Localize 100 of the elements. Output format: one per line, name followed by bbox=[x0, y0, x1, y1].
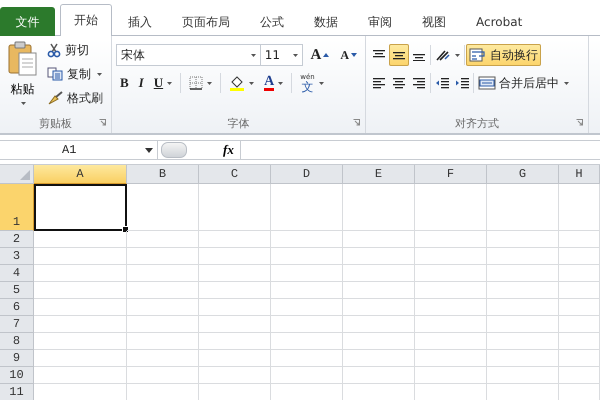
grid-cell[interactable] bbox=[199, 350, 271, 367]
grid-cell[interactable] bbox=[415, 350, 487, 367]
grid-cell[interactable] bbox=[199, 316, 271, 333]
grid-cell[interactable] bbox=[559, 248, 600, 265]
font-name-dropdown[interactable]: 宋体 bbox=[116, 44, 261, 66]
grid-cell[interactable] bbox=[343, 184, 415, 231]
grid-cell[interactable] bbox=[127, 333, 199, 350]
wrap-text-button[interactable]: 自动换行 bbox=[466, 44, 541, 66]
merge-center-button[interactable]: 合并后居中 bbox=[475, 72, 572, 94]
ribbon-tab[interactable]: Acrobat bbox=[462, 7, 536, 36]
column-header[interactable]: C bbox=[199, 165, 271, 184]
grid-cell[interactable] bbox=[271, 367, 343, 384]
grid-cell[interactable] bbox=[199, 282, 271, 299]
row-header[interactable]: 10 bbox=[0, 367, 34, 384]
grid-cell[interactable] bbox=[559, 265, 600, 282]
row-header[interactable]: 2 bbox=[0, 231, 34, 248]
grid-cell[interactable] bbox=[271, 316, 343, 333]
grid-cell[interactable] bbox=[343, 231, 415, 248]
row-header[interactable]: 9 bbox=[0, 350, 34, 367]
grid-cell[interactable] bbox=[415, 231, 487, 248]
copy-button[interactable]: 复制 bbox=[43, 63, 107, 85]
grid-cell[interactable] bbox=[34, 316, 127, 333]
row-header[interactable]: 6 bbox=[0, 299, 34, 316]
grid-cell[interactable] bbox=[415, 248, 487, 265]
row-header[interactable]: 5 bbox=[0, 282, 34, 299]
grid-cell[interactable] bbox=[487, 299, 559, 316]
column-header[interactable]: E bbox=[343, 165, 415, 184]
toolbar-button[interactable] bbox=[389, 44, 409, 66]
grid-cell[interactable] bbox=[343, 282, 415, 299]
column-header[interactable]: B bbox=[127, 165, 199, 184]
insert-function-button[interactable]: fx bbox=[217, 141, 241, 159]
grid-cell[interactable] bbox=[127, 184, 199, 231]
column-header[interactable]: H bbox=[559, 165, 600, 184]
grid-cell[interactable] bbox=[271, 231, 343, 248]
cut-button[interactable]: 剪切 bbox=[43, 39, 107, 61]
grid-cell[interactable] bbox=[559, 333, 600, 350]
row-header[interactable]: 1 bbox=[0, 184, 34, 231]
row-header[interactable]: 8 bbox=[0, 333, 34, 350]
font-size-dropdown[interactable]: 11 bbox=[260, 44, 304, 66]
grid-cell[interactable] bbox=[34, 248, 127, 265]
grid-cell[interactable] bbox=[199, 231, 271, 248]
ribbon-tab[interactable]: 视图 bbox=[408, 7, 460, 36]
column-header[interactable]: A bbox=[34, 165, 127, 184]
grid-cell[interactable] bbox=[343, 299, 415, 316]
row-header[interactable]: 3 bbox=[0, 248, 34, 265]
column-header[interactable]: D bbox=[271, 165, 343, 184]
grid-cell[interactable] bbox=[271, 299, 343, 316]
shrink-font-button[interactable]: A bbox=[336, 44, 361, 66]
grid-cell[interactable] bbox=[343, 333, 415, 350]
grid-cell[interactable] bbox=[127, 350, 199, 367]
grid-cell[interactable] bbox=[559, 367, 600, 384]
row-header[interactable]: 4 bbox=[0, 265, 34, 282]
grid-cell[interactable] bbox=[487, 265, 559, 282]
grid-cell[interactable] bbox=[343, 367, 415, 384]
ribbon-tab[interactable]: 数据 bbox=[300, 7, 352, 36]
grid-cell[interactable] bbox=[127, 316, 199, 333]
grid-cell[interactable] bbox=[199, 248, 271, 265]
grid-cell[interactable] bbox=[487, 367, 559, 384]
active-cell[interactable] bbox=[34, 184, 127, 231]
grid-cell[interactable] bbox=[343, 316, 415, 333]
grid-cell[interactable] bbox=[487, 333, 559, 350]
grid-cell[interactable] bbox=[271, 350, 343, 367]
column-header[interactable]: F bbox=[415, 165, 487, 184]
grid-cell[interactable] bbox=[271, 248, 343, 265]
font-color-button[interactable]: A bbox=[260, 72, 288, 94]
grid-cell[interactable] bbox=[343, 248, 415, 265]
grow-font-button[interactable]: A bbox=[306, 44, 334, 66]
grid-cell[interactable] bbox=[559, 350, 600, 367]
grid-cell[interactable] bbox=[343, 350, 415, 367]
grid-cell[interactable] bbox=[487, 248, 559, 265]
ribbon-tab[interactable]: 开始 bbox=[60, 4, 112, 36]
format-painter-button[interactable]: 格式刷 bbox=[43, 87, 107, 109]
ribbon-tab[interactable]: 插入 bbox=[114, 7, 166, 36]
column-header[interactable]: G bbox=[487, 165, 559, 184]
dialog-launcher-icon[interactable] bbox=[353, 119, 360, 126]
grid-cell[interactable] bbox=[415, 333, 487, 350]
ribbon-tab[interactable]: 审阅 bbox=[354, 7, 406, 36]
grid-cell[interactable] bbox=[34, 299, 127, 316]
grid-cell[interactable] bbox=[487, 316, 559, 333]
grid-cell[interactable] bbox=[34, 333, 127, 350]
fill-handle[interactable] bbox=[122, 226, 129, 233]
bold-button[interactable]: B bbox=[116, 72, 133, 94]
resize-handle-icon[interactable] bbox=[161, 142, 187, 158]
underline-button[interactable]: U bbox=[150, 72, 176, 94]
grid-cell[interactable] bbox=[487, 350, 559, 367]
paste-button[interactable]: 粘贴 bbox=[4, 39, 41, 113]
grid-cell[interactable] bbox=[199, 184, 271, 231]
grid-cell[interactable] bbox=[127, 367, 199, 384]
grid-cell[interactable] bbox=[415, 265, 487, 282]
ribbon-tab[interactable]: 公式 bbox=[246, 7, 298, 36]
grid-cell[interactable] bbox=[487, 184, 559, 231]
grid-cell[interactable] bbox=[127, 248, 199, 265]
row-header[interactable]: 11 bbox=[0, 384, 34, 400]
grid-cell[interactable] bbox=[271, 333, 343, 350]
grid-cell[interactable] bbox=[559, 231, 600, 248]
grid-cell[interactable] bbox=[34, 350, 127, 367]
grid-cell[interactable] bbox=[199, 333, 271, 350]
file-tab[interactable]: 文件 bbox=[0, 7, 55, 36]
grid-cell[interactable] bbox=[34, 367, 127, 384]
grid-cell[interactable] bbox=[271, 265, 343, 282]
